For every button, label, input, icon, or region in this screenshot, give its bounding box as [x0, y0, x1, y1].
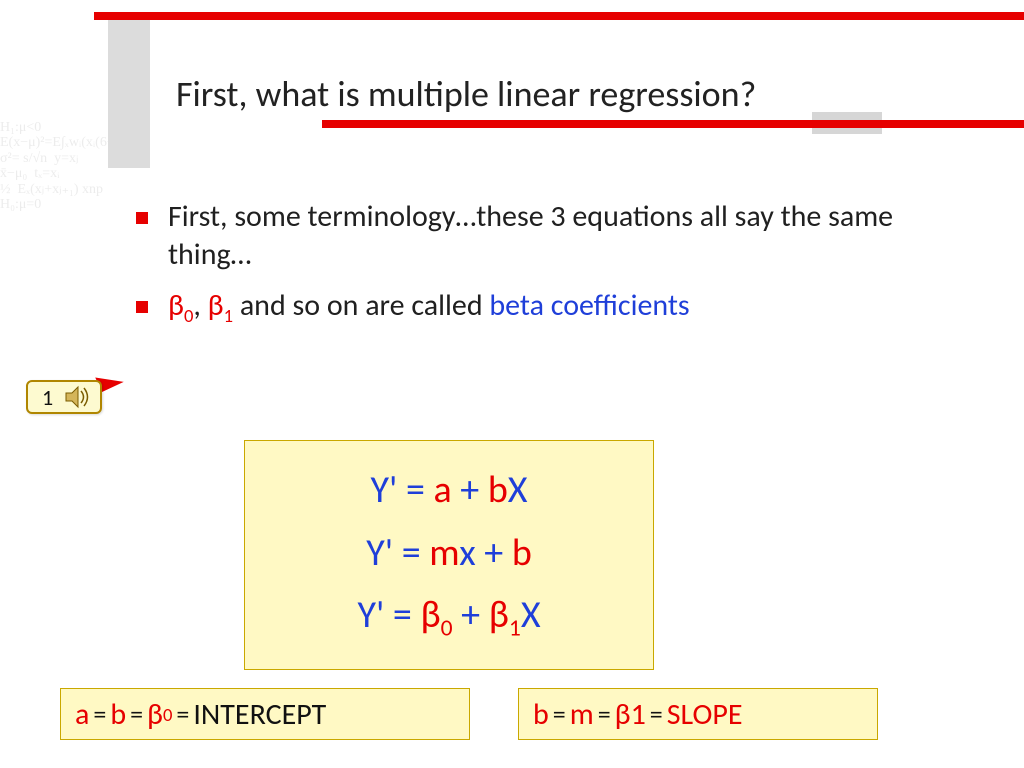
intercept-sub0: 0 [163, 703, 172, 726]
eq-sign: = [553, 698, 566, 730]
eq3-sub0: 0 [441, 615, 453, 643]
title-underline-bar [322, 120, 1024, 128]
beta-sub-1: 1 [224, 304, 233, 327]
eq2-y: Y' = [366, 530, 429, 576]
top-red-bar [94, 12, 1024, 20]
eq1-a: a [434, 467, 452, 513]
slope-box: b = m = β1 = SLOPE [518, 688, 878, 740]
eq3-sub1: 1 [509, 615, 521, 643]
step-callout-1: 1 [26, 380, 102, 414]
eq2-x: x [459, 530, 475, 576]
eq3-x: X [521, 592, 541, 638]
eq-sign: = [130, 698, 143, 730]
bullet-2-text: β0, β1 and so on are called beta coeffic… [168, 287, 690, 327]
equation-1: Y' = a + bX [370, 467, 527, 513]
eq-sign: = [176, 698, 189, 730]
bullet-list: First, some terminology…these 3 equation… [136, 198, 916, 341]
bullet-item-2: β0, β1 and so on are called beta coeffic… [136, 287, 916, 327]
intercept-a: a [75, 696, 89, 733]
slope-beta: β [615, 696, 631, 733]
comma: , [193, 287, 207, 324]
callout-label: 1 [42, 384, 53, 411]
bullet-item-1: First, some terminology…these 3 equation… [136, 198, 916, 273]
equation-3: Y' = β0 + β1X [357, 592, 540, 643]
slope-m: m [570, 696, 594, 733]
beta-symbol: β [208, 287, 224, 324]
eq3-beta1: β [489, 592, 509, 638]
eq1-plus: + [452, 467, 488, 513]
intercept-beta: β [147, 696, 163, 733]
eq3-y: Y' = [357, 592, 420, 638]
slope-label: SLOPE [667, 696, 743, 733]
intercept-b: b [110, 696, 126, 733]
intercept-box: a = b = β0 = INTERCEPT [60, 688, 470, 740]
eq1-b: b [488, 467, 508, 513]
slope-sub1: 1 [631, 696, 646, 733]
bullet-1-text: First, some terminology…these 3 equation… [168, 198, 916, 273]
beta-sub-0: 0 [184, 304, 193, 327]
intercept-label: INTERCEPT [193, 696, 326, 733]
eq2-b: b [512, 530, 532, 576]
eq1-y: Y' = [370, 467, 433, 513]
eq3-beta0: β [420, 592, 440, 638]
beta-symbol: β [168, 287, 184, 324]
beta-coefficients-term: beta coefficients [489, 287, 689, 324]
math-background-text: H₁:μ<0 E(x−μ)²=E∫ₓwᵢ(xᵢ(6−1)=ĥ σ²= s/√n … [0, 120, 110, 490]
eq-sign: = [93, 698, 106, 730]
bullet-marker-icon [136, 212, 148, 224]
bullet-marker-icon [136, 301, 148, 313]
equation-2: Y' = mx + b [366, 530, 532, 576]
gray-tab-left [108, 20, 150, 168]
bullet-2-tail: and so on are called [233, 287, 489, 324]
slope-b: b [533, 696, 549, 733]
eq3-plus: + [453, 592, 489, 638]
eq-sign: = [598, 698, 611, 730]
equations-box: Y' = a + bX Y' = mx + b Y' = β0 + β1X [244, 440, 654, 670]
eq2-plus: + [476, 530, 512, 576]
eq1-x: X [508, 467, 528, 513]
eq-sign: = [650, 698, 663, 730]
eq2-m: m [429, 530, 459, 576]
slide-title: First, what is multiple linear regressio… [176, 72, 756, 116]
